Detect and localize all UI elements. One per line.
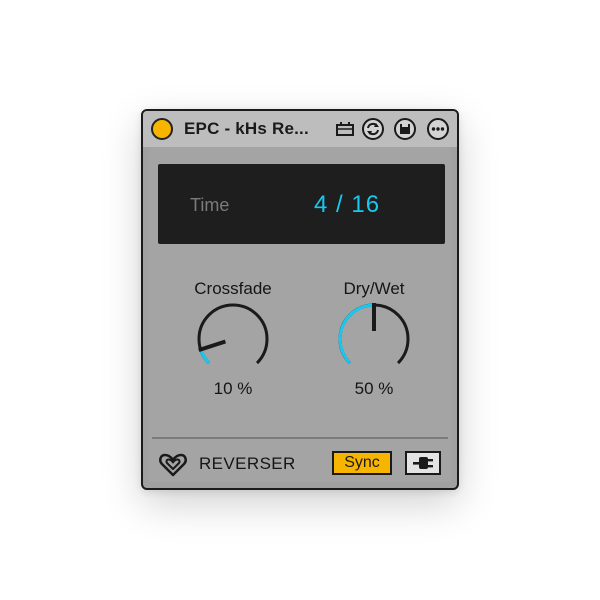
dry-wet-label: Dry/Wet: [343, 279, 405, 298]
plug-icon: [413, 457, 433, 469]
crossfade-knob-track: [197, 303, 269, 365]
device-title: EPC - kHs Re...: [184, 119, 309, 138]
device-window: EPC - kHs Re... Time 4 / 16 Crossfade 10…: [141, 109, 459, 490]
hot-swap-icon[interactable]: [361, 117, 385, 141]
heart-logo-icon: [159, 453, 187, 477]
device-name: REVERSER: [199, 454, 296, 473]
time-label: Time: [190, 195, 230, 215]
time-value[interactable]: 4 / 16: [314, 191, 380, 219]
dry-wet-knob-fill: [338, 303, 375, 365]
crossfade-value: 10 %: [213, 379, 253, 398]
plug-button[interactable]: [405, 451, 441, 475]
crossfade-knob[interactable]: [193, 299, 273, 379]
more-options-icon[interactable]: [426, 117, 450, 141]
midi-mapping-icon[interactable]: [333, 117, 357, 141]
footer-divider: [152, 437, 448, 439]
device-power-toggle[interactable]: [151, 118, 173, 140]
dry-wet-knob[interactable]: [334, 299, 414, 379]
device-panel: Time 4 / 16 Crossfade 10 % Dry/Wet 50 % …: [149, 147, 451, 482]
crossfade-label: Crossfade: [194, 279, 272, 298]
save-icon[interactable]: [393, 117, 417, 141]
title-bar: EPC - kHs Re...: [143, 111, 457, 147]
sync-toggle[interactable]: Sync: [332, 451, 392, 475]
crossfade-knob-pointer: [198, 339, 227, 353]
time-display[interactable]: Time 4 / 16: [158, 164, 445, 244]
dry-wet-value: 50 %: [354, 379, 394, 398]
